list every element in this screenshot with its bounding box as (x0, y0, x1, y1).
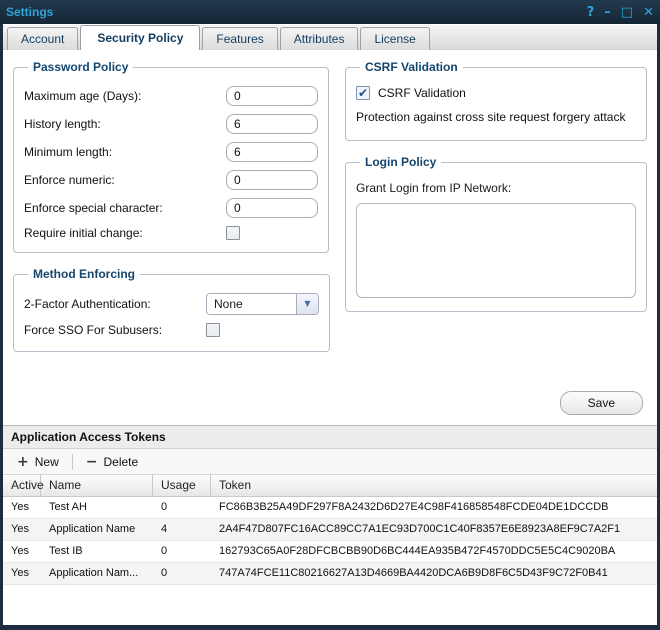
window-controls: ? – □ ✕ (587, 6, 654, 19)
csrf-validation-group: CSRF Validation ✔ CSRF Validation Protec… (345, 60, 647, 141)
two-factor-label: 2-Factor Authentication: (24, 297, 206, 311)
minimize-icon[interactable]: – (604, 6, 611, 19)
tab-account[interactable]: Account (7, 27, 78, 50)
left-column: Password Policy Maximum age (Days): Hist… (13, 60, 329, 425)
new-token-label: New (35, 455, 59, 469)
two-factor-row: 2-Factor Authentication: None ▼ (24, 293, 319, 315)
enforce-numeric-label: Enforce numeric: (24, 173, 226, 187)
require-initial-change-checkbox[interactable] (226, 226, 240, 240)
two-factor-dropdown-button[interactable]: ▼ (296, 294, 318, 314)
column-header-active[interactable]: Active (3, 475, 41, 496)
column-header-usage[interactable]: Usage (153, 475, 211, 496)
min-length-label: Minimum length: (24, 145, 226, 159)
cell-usage: 0 (153, 563, 211, 584)
delete-token-button[interactable]: − Delete (80, 453, 144, 471)
plus-icon: + (17, 455, 29, 469)
two-factor-dropdown[interactable]: None ▼ (206, 293, 319, 315)
two-factor-dropdown-value: None (207, 294, 296, 314)
password-policy-legend: Password Policy (28, 60, 133, 74)
cell-active: Yes (3, 497, 41, 518)
cell-name: Test IB (41, 541, 153, 562)
save-button[interactable]: Save (560, 391, 643, 415)
cell-usage: 0 (153, 541, 211, 562)
tab-strip: Account Security Policy Features Attribu… (3, 24, 657, 50)
enforce-special-input[interactable] (226, 198, 318, 218)
toolbar-separator (72, 454, 73, 470)
enforce-numeric-input[interactable] (226, 170, 318, 190)
table-row[interactable]: Yes Application Name 4 2A4F47D807FC16ACC… (3, 519, 657, 541)
close-icon[interactable]: ✕ (643, 6, 654, 19)
table-row[interactable]: Yes Test IB 0 162793C65A0F28DFCBCBB90D6B… (3, 541, 657, 563)
new-token-button[interactable]: + New (11, 453, 65, 471)
check-icon: ✔ (358, 87, 368, 99)
tokens-toolbar: + New − Delete (3, 449, 657, 475)
min-length-row: Minimum length: (24, 142, 318, 162)
tab-features[interactable]: Features (202, 27, 277, 50)
csrf-checkbox[interactable]: ✔ (356, 86, 370, 100)
method-enforcing-legend: Method Enforcing (28, 267, 140, 281)
tab-license[interactable]: License (360, 27, 429, 50)
csrf-validation-legend: CSRF Validation (360, 60, 463, 74)
tokens-panel-title: Application Access Tokens (3, 426, 657, 449)
column-header-name[interactable]: Name (41, 475, 153, 496)
require-initial-change-label: Require initial change: (24, 226, 226, 240)
delete-token-label: Delete (103, 455, 138, 469)
chevron-down-icon: ▼ (304, 300, 310, 308)
right-column: CSRF Validation ✔ CSRF Validation Protec… (345, 60, 647, 425)
max-age-row: Maximum age (Days): (24, 86, 318, 106)
force-sso-label: Force SSO For Subusers: (24, 323, 206, 337)
help-icon[interactable]: ? (587, 6, 595, 19)
cell-token: 162793C65A0F28DFCBCBB90D6BC444EA935B472F… (211, 541, 657, 562)
require-initial-change-row: Require initial change: (24, 226, 318, 240)
tab-security-policy[interactable]: Security Policy (80, 25, 200, 50)
cell-active: Yes (3, 519, 41, 540)
grant-login-textarea[interactable] (356, 203, 636, 298)
window-title: Settings (6, 5, 53, 19)
enforce-special-label: Enforce special character: (24, 201, 226, 215)
min-length-input[interactable] (226, 142, 318, 162)
security-policy-panel: Password Policy Maximum age (Days): Hist… (3, 50, 657, 425)
history-length-row: History length: (24, 114, 318, 134)
tokens-table-empty-area (3, 585, 657, 625)
cell-name: Test AH (41, 497, 153, 518)
cell-token: 747A74FCE11C80216627A13D4669BA4420DCA6B9… (211, 563, 657, 584)
force-sso-row: Force SSO For Subusers: (24, 323, 319, 337)
csrf-description: Protection against cross site request fo… (356, 110, 636, 124)
cell-token: 2A4F47D807FC16ACC89CC7A1EC93D700C1C40F83… (211, 519, 657, 540)
csrf-checkbox-row: ✔ CSRF Validation (356, 86, 636, 100)
table-row[interactable]: Yes Test AH 0 FC86B3B25A49DF297F8A2432D6… (3, 497, 657, 519)
grant-login-label: Grant Login from IP Network: (356, 181, 636, 195)
cell-name: Application Name (41, 519, 153, 540)
csrf-checkbox-label: CSRF Validation (378, 86, 466, 100)
minus-icon: − (86, 455, 98, 469)
cell-token: FC86B3B25A49DF297F8A2432D6D27E4C98F41685… (211, 497, 657, 518)
max-age-input[interactable] (226, 86, 318, 106)
application-access-tokens-panel: Application Access Tokens + New − Delete… (3, 425, 657, 625)
column-header-token[interactable]: Token (211, 475, 657, 496)
method-enforcing-group: Method Enforcing 2-Factor Authentication… (13, 267, 330, 352)
cell-usage: 4 (153, 519, 211, 540)
login-policy-legend: Login Policy (360, 155, 441, 169)
cell-active: Yes (3, 563, 41, 584)
tokens-table-header: Active Name Usage Token (3, 475, 657, 497)
settings-window: Settings ? – □ ✕ Account Security Policy… (0, 0, 660, 630)
force-sso-checkbox[interactable] (206, 323, 220, 337)
max-age-label: Maximum age (Days): (24, 89, 226, 103)
password-policy-group: Password Policy Maximum age (Days): Hist… (13, 60, 329, 253)
login-policy-group: Login Policy Grant Login from IP Network… (345, 155, 647, 312)
tab-attributes[interactable]: Attributes (280, 27, 359, 50)
maximize-icon[interactable]: □ (621, 6, 633, 19)
table-row[interactable]: Yes Application Nam... 0 747A74FCE11C802… (3, 563, 657, 585)
enforce-special-row: Enforce special character: (24, 198, 318, 218)
enforce-numeric-row: Enforce numeric: (24, 170, 318, 190)
history-length-input[interactable] (226, 114, 318, 134)
cell-active: Yes (3, 541, 41, 562)
title-bar: Settings ? – □ ✕ (0, 0, 660, 24)
cell-name: Application Nam... (41, 563, 153, 584)
history-length-label: History length: (24, 117, 226, 131)
cell-usage: 0 (153, 497, 211, 518)
